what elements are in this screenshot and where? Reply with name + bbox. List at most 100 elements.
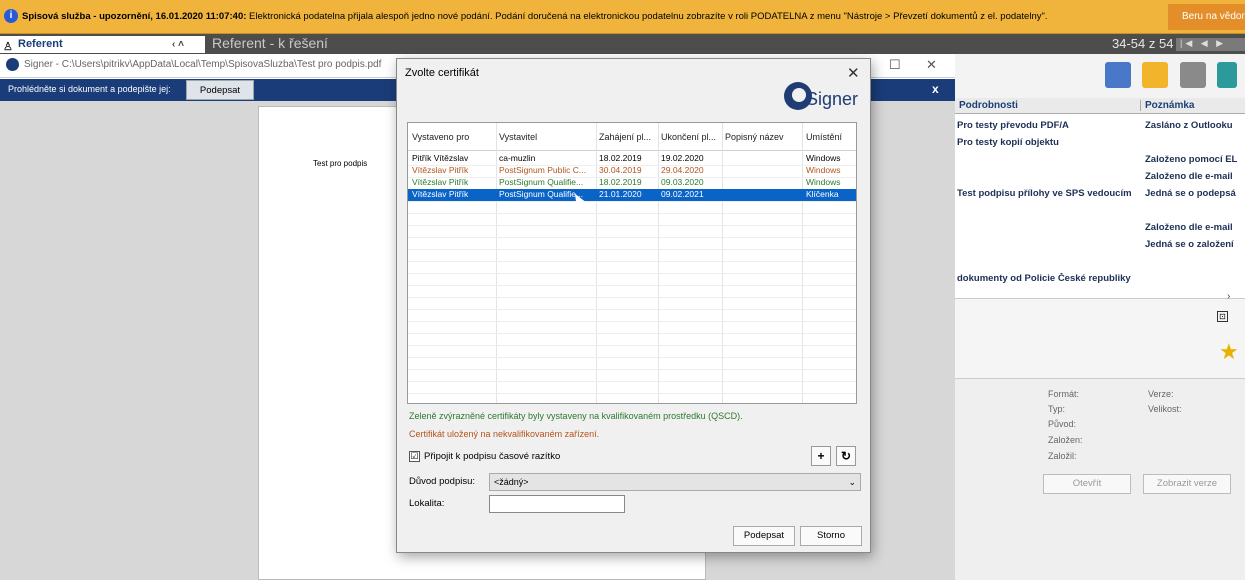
grid-line: [408, 285, 856, 286]
acknowledge-button[interactable]: Beru na vědomí: [1168, 4, 1245, 30]
signer-logo-text: Signer: [806, 89, 859, 109]
edit-note-icon[interactable]: [1105, 62, 1131, 88]
grid-line: [408, 369, 856, 370]
note-cell[interactable]: Jedná se o založení: [1145, 239, 1245, 250]
grid-line: [408, 393, 856, 394]
role-label: Referent: [18, 38, 63, 50]
certificate-cell: ca-muzlin: [499, 153, 536, 163]
grid-line: [408, 237, 856, 238]
app-tab-bar: ♙ Referent ‹ ˄ Referent - k řešení 34-54…: [0, 34, 1245, 54]
certificate-row[interactable]: Vítězslav Pitřík PostSignum Qualifie... 18…: [408, 177, 856, 189]
signer-logo-icon: [6, 58, 19, 71]
signer-sign-button[interactable]: Podepsat: [186, 80, 254, 100]
certificate-cell: 21.01.2020: [599, 189, 642, 199]
column-valid-to[interactable]: Ukončení pl...: [661, 132, 716, 142]
certificate-cell: PostSignum Qualifie...: [499, 177, 584, 187]
certificate-list-header: Vystaveno pro Vystavitel Zahájení pl... …: [408, 123, 856, 151]
grid-line: [408, 345, 856, 346]
meta-version: Verze:: [1148, 389, 1174, 399]
tab-nav-arrows[interactable]: ‹ ˄: [172, 36, 184, 53]
show-versions-button[interactable]: Zobrazit verze: [1143, 474, 1231, 494]
record-counter: 34-54 z 54: [1112, 36, 1174, 51]
meta-origin: Původ:: [1048, 419, 1077, 429]
star-icon[interactable]: ★: [1219, 339, 1239, 365]
certificate-cell: 09.03.2020: [661, 177, 704, 187]
timestamp-checkbox[interactable]: ☑: [409, 451, 420, 462]
timestamp-label: Připojit k podpisu časové razítko: [424, 451, 561, 462]
dialog-cancel-button[interactable]: Storno: [800, 526, 862, 546]
grid-line: [408, 321, 856, 322]
search-icon[interactable]: [1217, 62, 1237, 88]
column-header[interactable]: Poznámka: [1140, 100, 1194, 111]
detail-cell[interactable]: Test podpisu přílohy ve SPS vedoucím: [957, 188, 1139, 199]
column-friendly-name[interactable]: Popisný název: [725, 132, 784, 142]
meta-type: Typ:: [1048, 404, 1066, 414]
open-button[interactable]: Otevřít: [1043, 474, 1131, 494]
grid-line: [408, 273, 856, 274]
note-cell[interactable]: Založeno pomocí EL: [1145, 154, 1245, 165]
column-valid-from[interactable]: Zahájení pl...: [599, 132, 651, 142]
reason-label: Důvod podpisu:: [409, 476, 476, 487]
signer-instruction: Prohlédněte si dokument a podepište jej:: [8, 84, 171, 94]
detail-cell[interactable]: dokumenty od Policie České republiky: [957, 273, 1139, 284]
notification-message: Elektronická podatelna přijala alespoň j…: [249, 11, 1048, 22]
add-certificate-button[interactable]: +: [811, 446, 831, 466]
certificate-dialog: Zvolte certifikát ✕ Signer Vystaveno pro…: [396, 58, 871, 553]
certificate-cell: Vítězslav Pitřík: [412, 177, 469, 187]
right-toolbar: [955, 54, 1245, 98]
signer-close-button[interactable]: x: [932, 82, 939, 96]
meta-created: Založen:: [1048, 435, 1083, 445]
refresh-icon[interactable]: ↻: [836, 446, 856, 466]
dialog-title: Zvolte certifikát: [405, 67, 479, 79]
certificate-cell: 09.02.2021: [661, 189, 704, 199]
grid-line: [408, 213, 856, 214]
column-issuer[interactable]: Vystavitel: [499, 132, 537, 142]
certificate-cell: Pitřík Vítězslav: [412, 153, 469, 163]
role-tab-referent[interactable]: ♙ Referent ‹ ˄: [0, 36, 205, 53]
certificate-row[interactable]: Vítězslav Pitřík PostSignum Public C... 30…: [408, 165, 856, 177]
detail-cell[interactable]: Pro testy kopií objektu: [957, 137, 1139, 148]
note-cell[interactable]: Založeno dle e-mail: [1145, 222, 1245, 233]
meta-format: Formát:: [1048, 389, 1080, 399]
certificate-row[interactable]: Vítězslav Pitřík PostSignum Qualifie... 21…: [408, 189, 856, 201]
print-icon[interactable]: [1180, 62, 1206, 88]
certificate-cell: Vítězslav Pitřík: [412, 165, 469, 175]
certificate-cell: Klíčenka: [806, 189, 839, 199]
certificate-cell: PostSignum Public C...: [499, 165, 586, 175]
column-header[interactable]: Podrobnosti: [959, 100, 1018, 111]
note-cell[interactable]: Zasláno z Outlooku: [1145, 120, 1245, 131]
certificate-cell: 19.02.2020: [661, 153, 704, 163]
certificate-cell: 18.02.2019: [599, 177, 642, 187]
chevron-right-icon[interactable]: ›: [1227, 291, 1230, 302]
grid-line: [408, 381, 856, 382]
certificate-list[interactable]: Vystaveno pro Vystavitel Zahájení pl... …: [407, 122, 857, 404]
pager-buttons[interactable]: |◀ ◀ ▶: [1176, 38, 1245, 51]
dialog-close-icon[interactable]: ✕: [847, 64, 860, 82]
certificate-cell: Windows: [806, 165, 841, 175]
grid-line: [408, 225, 856, 226]
expand-icon[interactable]: ⊡: [1217, 311, 1228, 322]
dialog-sign-button[interactable]: Podepsat: [733, 526, 795, 546]
certificate-row[interactable]: Pitřík Vítězslav ca-muzlin 18.02.2019 19.02…: [408, 153, 856, 165]
certificate-cell: Vítězslav Pitřík: [412, 189, 469, 199]
notification-text: Spisová služba - upozornění, 16.01.2020 …: [22, 11, 1172, 22]
column-issued-to[interactable]: Vystaveno pro: [412, 132, 469, 142]
close-icon[interactable]: ✕: [926, 57, 937, 73]
maximize-icon[interactable]: ☐: [889, 57, 901, 73]
detail-cell[interactable]: Pro testy převodu PDF/A: [957, 120, 1139, 131]
notification-title: Spisová služba - upozornění, 16.01.2020 …: [22, 11, 247, 22]
location-input[interactable]: [489, 495, 625, 513]
grid-line: [408, 297, 856, 298]
note-cell[interactable]: Založeno dle e-mail: [1145, 171, 1245, 182]
notification-bar: i Spisová služba - upozornění, 16.01.202…: [0, 0, 1245, 34]
note-cell[interactable]: Jedná se o podepsá: [1145, 188, 1245, 199]
note-qualified: Zeleně zvýrazněné certifikáty byly vysta…: [409, 411, 743, 421]
signer-window-title: Signer - C:\Users\pitrikv\AppData\Local\…: [24, 59, 382, 70]
mail-icon[interactable]: [1142, 62, 1168, 88]
right-panel-middle: › ⊡ ★: [955, 291, 1245, 378]
column-location[interactable]: Umístění: [806, 132, 842, 142]
document-metadata: Formát: Verze: Typ: Velikost: Původ: Zal…: [955, 378, 1245, 580]
view-title: Referent - k řešení: [212, 35, 328, 51]
reason-select[interactable]: <žádný> ⌄: [489, 473, 861, 491]
documents-table: Podrobnosti Poznámka Pro testy převodu P…: [955, 98, 1245, 298]
